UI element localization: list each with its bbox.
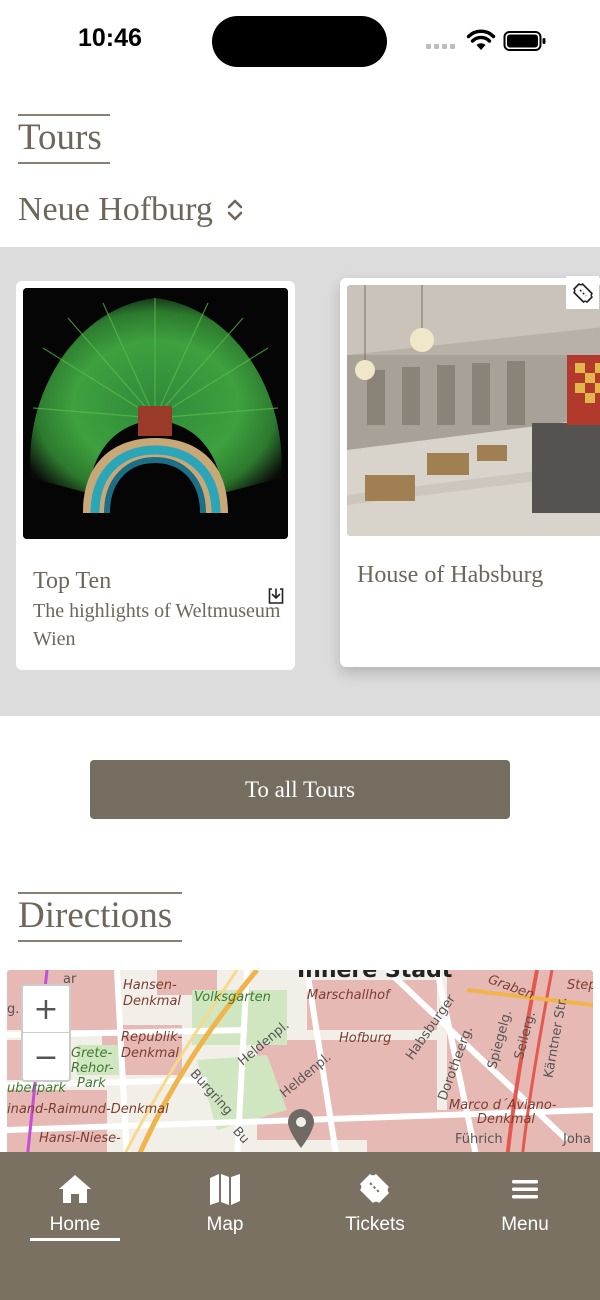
map-label: Marschallhof <box>307 988 390 1003</box>
map-label: Joha <box>563 1132 591 1147</box>
map-label: uberpark <box>7 1081 66 1096</box>
tour-card-top-ten[interactable]: Top Ten The highlights of Weltmuseum Wie… <box>16 281 295 670</box>
tab-menu[interactable]: Menu <box>450 1152 600 1252</box>
battery-icon <box>503 31 546 51</box>
map-label: Marco d´Aviano- <box>449 1098 557 1113</box>
directions-map[interactable]: Innere Stadt Hansen- Denkmal Volksgarten… <box>7 970 593 1160</box>
cellular-signal-icon <box>426 44 456 50</box>
location-pin-icon[interactable] <box>286 1107 316 1149</box>
tour-image-museum-hall <box>347 285 600 536</box>
dynamic-island <box>212 16 387 67</box>
tab-home[interactable]: Home <box>0 1152 150 1252</box>
map-zoom-control: + − <box>21 984 71 1082</box>
directions-heading: Directions <box>18 892 182 942</box>
map-label: Park <box>77 1076 106 1091</box>
tour-subtitle: The highlights of Weltmuseum Wien <box>33 600 281 650</box>
map-label: Denkmal <box>477 1112 536 1127</box>
tab-label: Menu <box>501 1214 549 1235</box>
map-label: Volksgarten <box>194 990 271 1005</box>
map-label: Rehor- <box>71 1061 114 1076</box>
home-icon <box>59 1175 91 1203</box>
status-time: 10:46 <box>78 24 142 52</box>
tab-tickets[interactable]: Tickets <box>300 1152 450 1252</box>
zoom-in-button[interactable]: + <box>23 986 69 1033</box>
tour-title: House of Habsburg <box>357 562 544 588</box>
location-label: Neue Hofburg <box>18 191 213 228</box>
all-tours-button[interactable]: To all Tours <box>90 760 510 819</box>
map-label: Denkmal <box>121 1046 180 1061</box>
zoom-out-button[interactable]: − <box>23 1034 69 1081</box>
ticket-icon <box>572 282 593 303</box>
map-label: inand-Raimund-Denkmal <box>7 1102 169 1117</box>
tab-map[interactable]: Map <box>150 1152 300 1252</box>
map-label: Denkmal <box>123 994 182 1009</box>
tours-carousel[interactable]: Top Ten The highlights of Weltmuseum Wie… <box>0 247 600 716</box>
map-icon <box>210 1174 240 1205</box>
location-selector[interactable]: Neue Hofburg <box>18 188 245 232</box>
ticket-icon <box>360 1174 389 1203</box>
map-label-innere-stadt: Innere Stadt <box>297 970 453 983</box>
tab-label: Map <box>206 1214 244 1235</box>
map-label: g. <box>7 1002 20 1017</box>
status-bar: 10:46 <box>0 0 600 84</box>
tour-title: Top Ten <box>33 568 112 594</box>
tours-heading: Tours <box>18 114 110 164</box>
map-label: Führich <box>455 1132 503 1147</box>
map-label: Republik- <box>121 1030 183 1045</box>
tour-image-feather-headdress <box>23 288 288 539</box>
map-label: Grete- <box>71 1046 113 1061</box>
map-label: Hofburg <box>339 1031 392 1046</box>
tab-label: Tickets <box>345 1214 405 1235</box>
wifi-icon <box>466 29 496 50</box>
map-label: Hansen- <box>123 978 177 993</box>
ticket-badge[interactable] <box>566 276 599 309</box>
tour-card-house-of-habsburg[interactable]: House of Habsburg <box>340 276 600 667</box>
tab-label: Home <box>49 1214 101 1235</box>
chevron-up-down-icon <box>227 199 243 221</box>
menu-icon <box>512 1180 538 1199</box>
map-label: Hansi-Niese- <box>39 1131 121 1146</box>
bottom-tab-bar: Home Map Tickets Menu <box>0 1152 600 1300</box>
active-tab-indicator <box>30 1238 120 1241</box>
map-label: Step <box>567 978 593 993</box>
